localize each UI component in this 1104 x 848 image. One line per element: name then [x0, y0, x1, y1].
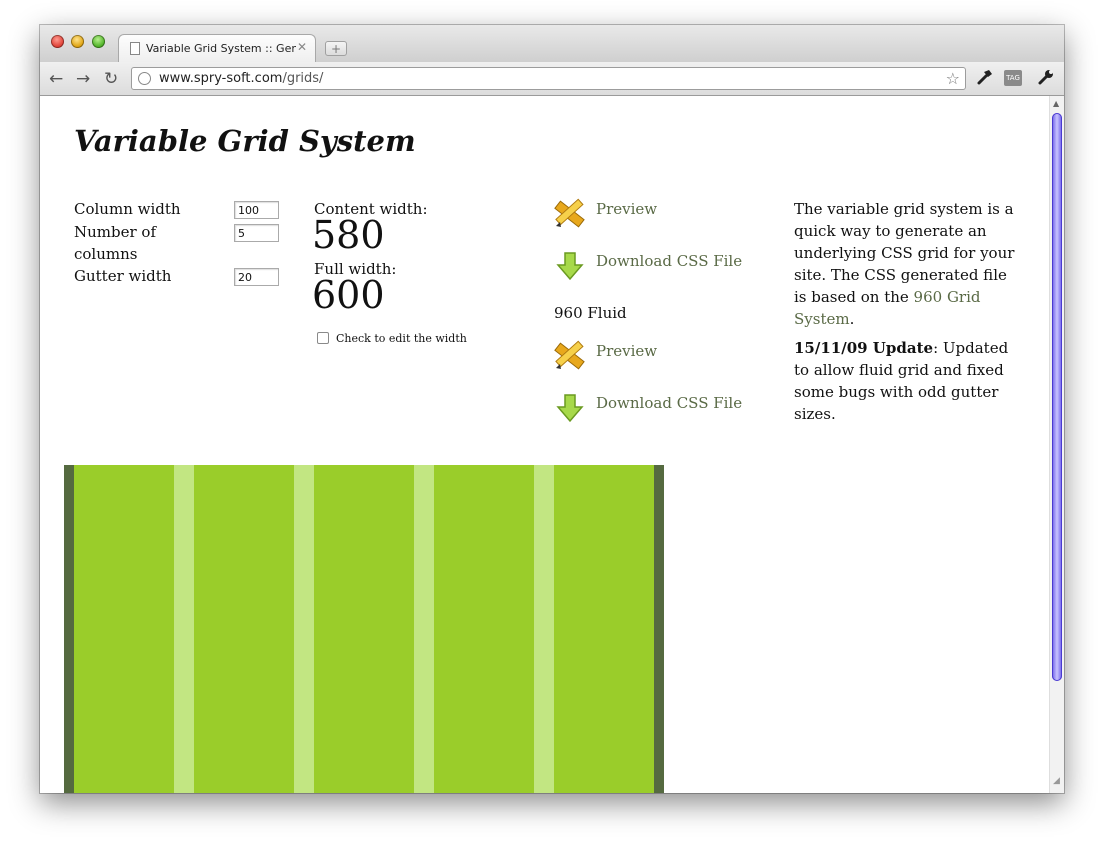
- url-host: www.spry-soft.com: [159, 71, 283, 86]
- fluid-preview-link[interactable]: Preview: [596, 342, 657, 360]
- pencil-ruler-icon: [554, 340, 585, 370]
- update-date: 15/11/09 Update: [794, 339, 934, 357]
- browser-toolbar: ← → ↻ www.spry-soft.com/grids/ ☆ TAG: [40, 62, 1064, 96]
- intro-end: .: [849, 310, 855, 328]
- tab-close-icon[interactable]: ✕: [297, 40, 307, 54]
- grid-gutter: [414, 465, 434, 793]
- tab-strip: Variable Grid System :: Gene ✕ +: [40, 25, 1064, 62]
- address-bar[interactable]: www.spry-soft.com/grids/ ☆: [131, 67, 966, 90]
- grid-preview: [64, 465, 664, 793]
- gutter-width-label: Gutter width: [74, 267, 172, 285]
- content-width-value: 580: [312, 213, 385, 257]
- url-text[interactable]: www.spry-soft.com/grids/: [159, 71, 323, 86]
- edit-width-checkbox-label[interactable]: Check to edit the width: [336, 332, 467, 345]
- fluid-heading: 960 Fluid: [554, 304, 627, 322]
- grid-gutter: [534, 465, 554, 793]
- preview-link[interactable]: Preview: [596, 200, 657, 218]
- tag-extension-icon[interactable]: TAG: [1004, 70, 1022, 86]
- intro-text: The variable grid system is a quick way …: [794, 200, 1015, 306]
- gutter-width-input[interactable]: [234, 268, 279, 286]
- page-icon: [130, 42, 140, 55]
- edit-width-checkbox[interactable]: [317, 332, 329, 344]
- pencil-ruler-icon: [554, 198, 585, 228]
- resize-grip-icon[interactable]: ◢: [1053, 776, 1060, 786]
- vertical-scrollbar[interactable]: ▲ ◢: [1049, 96, 1064, 793]
- scrollbar-thumb[interactable]: [1052, 113, 1062, 681]
- download-arrow-icon: [556, 394, 584, 423]
- hammer-icon: [977, 70, 992, 85]
- back-arrow-icon[interactable]: ←: [49, 69, 63, 89]
- scroll-up-icon[interactable]: ▲: [1053, 99, 1059, 108]
- page-title: Variable Grid System: [74, 124, 416, 158]
- close-window-button[interactable]: [51, 35, 64, 48]
- tab-title: Variable Grid System :: Gene: [146, 42, 296, 55]
- page-viewport: Variable Grid System Column width Number…: [40, 96, 1049, 793]
- number-of-columns-label: Number of columns: [74, 223, 157, 263]
- forward-arrow-icon[interactable]: →: [76, 69, 90, 89]
- full-width-value: 600: [312, 273, 385, 317]
- column-width-label: Column width: [74, 200, 181, 218]
- new-tab-button[interactable]: +: [325, 41, 347, 56]
- download-arrow-icon: [556, 252, 584, 281]
- browser-window: Variable Grid System :: Gene ✕ + ← → ↻ w…: [40, 25, 1064, 793]
- reload-icon[interactable]: ↻: [104, 69, 118, 89]
- intro-paragraph: The variable grid system is a quick way …: [794, 198, 1024, 330]
- tab-active[interactable]: Variable Grid System :: Gene ✕: [118, 34, 316, 62]
- number-of-columns-input[interactable]: [234, 224, 279, 242]
- download-css-link[interactable]: Download CSS File: [596, 252, 742, 270]
- minimize-window-button[interactable]: [71, 35, 84, 48]
- update-paragraph: 15/11/09 Update: Updated to allow fluid …: [794, 337, 1024, 425]
- zoom-window-button[interactable]: [92, 35, 105, 48]
- url-path: /grids/: [282, 71, 324, 86]
- bookmark-star-icon[interactable]: ☆: [946, 69, 960, 88]
- column-width-input[interactable]: [234, 201, 279, 219]
- globe-icon: [138, 72, 151, 85]
- page-action-icon[interactable]: [976, 68, 994, 90]
- description: The variable grid system is a quick way …: [794, 198, 1024, 432]
- wrench-glyph: [1038, 70, 1053, 85]
- grid-gutter: [174, 465, 194, 793]
- grid-gutter: [294, 465, 314, 793]
- grid-content-area: [74, 465, 654, 793]
- fluid-download-css-link[interactable]: Download CSS File: [596, 394, 742, 412]
- wrench-icon[interactable]: [1037, 68, 1055, 90]
